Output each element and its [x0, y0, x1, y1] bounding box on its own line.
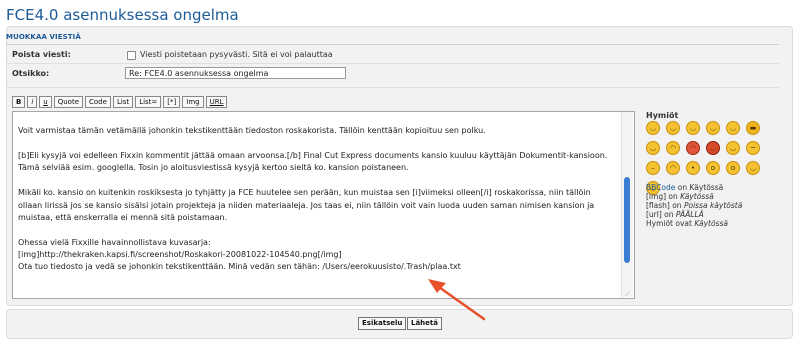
annotation-arrow-icon: [428, 279, 486, 321]
